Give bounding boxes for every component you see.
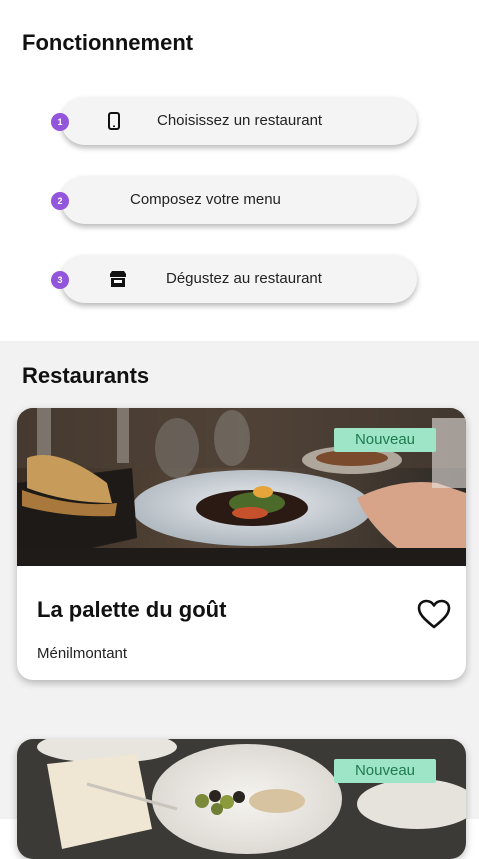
step-number-badge: 1 xyxy=(51,113,69,131)
heart-outline-icon[interactable] xyxy=(416,598,452,630)
step-number-badge: 3 xyxy=(51,271,69,289)
step-number-badge: 2 xyxy=(51,192,69,210)
step-choose-restaurant[interactable]: Choisissez un restaurant xyxy=(61,97,417,145)
restaurants-section: Restaurants Nouveau La palette du goût M… xyxy=(0,341,479,859)
step-compose-menu[interactable]: Composez votre menu xyxy=(61,176,417,224)
step-label: Choisissez un restaurant xyxy=(157,112,323,129)
restaurant-location: Ménilmontant xyxy=(37,645,128,662)
step-dine-at-restaurant[interactable]: Dégustez au restaurant xyxy=(61,255,417,303)
step-label: Dégustez au restaurant xyxy=(166,270,322,287)
how-it-works-title: Fonctionnement xyxy=(22,30,194,55)
how-it-works-section: Fonctionnement Choisissez un restaurant … xyxy=(0,0,479,341)
restaurant-photo xyxy=(17,739,466,859)
smartphone-icon xyxy=(108,112,120,130)
store-icon xyxy=(110,271,126,287)
restaurants-title: Restaurants xyxy=(22,363,150,388)
restaurant-card[interactable]: Nouveau La palette du goût Ménilmontant xyxy=(17,408,466,680)
new-badge: Nouveau xyxy=(334,428,436,452)
step-label: Composez votre menu xyxy=(130,191,281,208)
new-badge: Nouveau xyxy=(334,759,436,783)
restaurant-name: La palette du goût xyxy=(37,597,227,622)
restaurant-card[interactable]: Nouveau xyxy=(17,739,466,859)
